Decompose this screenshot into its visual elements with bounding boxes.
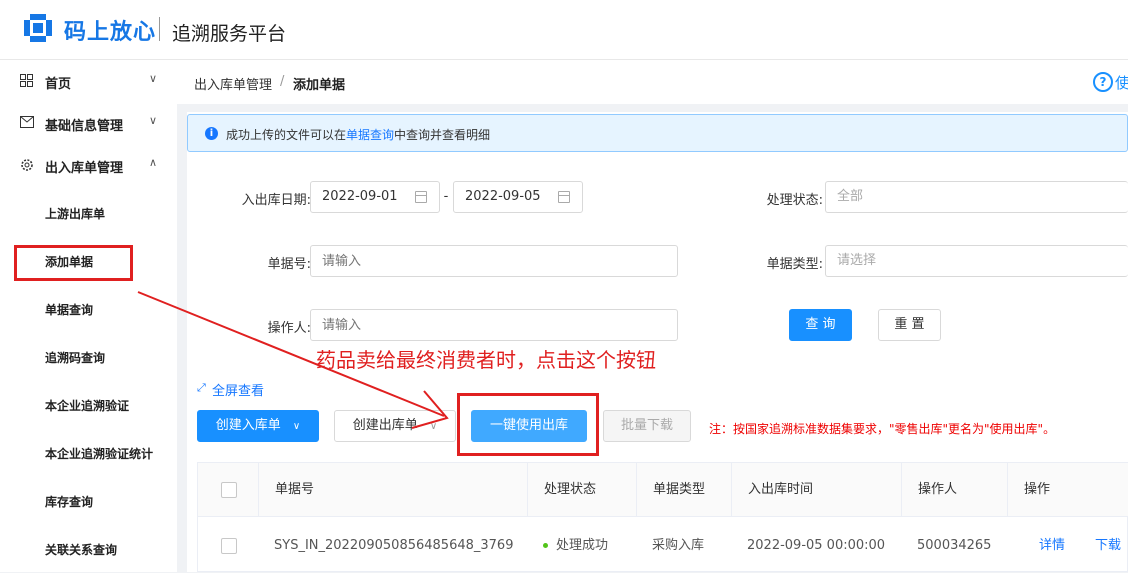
sidebar-subitem-label: 追溯码查询 bbox=[45, 351, 106, 365]
breadcrumb-parent[interactable]: 出入库单管理 bbox=[194, 74, 272, 93]
info-alert: i 成功上传的文件可以在单据查询中查询并查看明细 bbox=[187, 114, 1128, 152]
main-content: 出入库单管理 / 添加单据 ? 使 i 成功上传的文件可以在单据查询中查询并查看… bbox=[177, 60, 1128, 572]
doc-type-label: 单据类型: bbox=[766, 257, 823, 272]
sidebar-subitem-label: 关联关系查询 bbox=[45, 543, 118, 557]
sidebar-subitem-label: 本企业追溯验证 bbox=[45, 399, 130, 413]
annotation-box-one-click bbox=[457, 393, 599, 456]
doc-table: 单据号 处理状态 单据类型 入出库时间 操作人 操作 SYS_IN_202209… bbox=[197, 462, 1128, 572]
sidebar-item-label: 出入库单管理 bbox=[45, 161, 124, 176]
top-header: 码上放心 追溯服务平台 bbox=[0, 0, 1128, 60]
sidebar: 首页 ∨ 基础信息管理 ∨ 出入库单管理 ∧ 上游出库单 添加单据 单据查询 追… bbox=[0, 60, 177, 572]
brand-name[interactable]: 码上放心 bbox=[64, 14, 156, 46]
sidebar-subitem-inventory-query[interactable]: 库存查询 bbox=[0, 481, 177, 521]
calendar-icon bbox=[558, 191, 570, 203]
sidebar-subitem-upstream-out[interactable]: 上游出库单 bbox=[0, 193, 177, 233]
chevron-down-icon: ∨ bbox=[149, 72, 158, 85]
gear-icon bbox=[20, 158, 34, 172]
date-start-value: 2022-09-01 bbox=[322, 189, 398, 204]
doc-no-label: 单据号: bbox=[267, 257, 311, 272]
doc-no-input[interactable] bbox=[310, 245, 678, 277]
breadcrumb: 出入库单管理 / 添加单据 ? 使 bbox=[177, 60, 1128, 104]
sidebar-item-inout-manage[interactable]: 出入库单管理 ∧ bbox=[0, 144, 177, 186]
date-range-dash: - bbox=[443, 189, 449, 204]
row-status-text: 处理成功 bbox=[556, 538, 609, 553]
sidebar-subitem-label: 上游出库单 bbox=[45, 207, 106, 221]
sidebar-subitem-label: 单据查询 bbox=[45, 303, 94, 317]
brand-divider bbox=[159, 17, 160, 41]
doc-type-select[interactable]: 请选择 bbox=[825, 245, 1128, 277]
create-out-order-button[interactable]: 创建出库单 ∨ bbox=[334, 410, 456, 442]
row-download-link[interactable]: 下载 bbox=[1079, 519, 1121, 573]
sidebar-item-label: 基础信息管理 bbox=[45, 119, 124, 134]
chevron-down-icon: ∨ bbox=[149, 114, 158, 127]
grid-icon bbox=[20, 74, 34, 88]
fullscreen-icon: ⤢ bbox=[197, 381, 206, 394]
annotation-text: 药品卖给最终消费者时，点击这个按钮 bbox=[316, 348, 656, 372]
alert-text-before: 成功上传的文件可以在 bbox=[226, 128, 347, 142]
info-icon: i bbox=[205, 127, 218, 140]
sidebar-item-home[interactable]: 首页 ∨ bbox=[0, 60, 177, 102]
code-cross-logo-icon[interactable] bbox=[22, 12, 54, 44]
batch-download-button[interactable]: 批量下载 bbox=[603, 410, 691, 442]
sidebar-subitem-trace-verify-stats[interactable]: 本企业追溯验证统计 bbox=[0, 433, 177, 473]
annotation-box-add-doc bbox=[14, 245, 133, 281]
table-header: 单据号 处理状态 单据类型 入出库时间 操作人 操作 bbox=[198, 463, 1128, 517]
platform-title: 追溯服务平台 bbox=[172, 23, 287, 45]
select-all-checkbox[interactable] bbox=[221, 482, 237, 498]
results-section: ⤢ 全屏查看 创建入库单 ∨ 创建出库单 ∨ 一键使用出库 批量下载 注：按国家… bbox=[187, 378, 1128, 572]
date-end-input[interactable]: 2022-09-05 bbox=[453, 181, 583, 213]
sidebar-item-label: 首页 bbox=[45, 77, 72, 92]
chevron-down-icon: ∨ bbox=[429, 421, 438, 432]
date-start-input[interactable]: 2022-09-01 bbox=[310, 181, 440, 213]
doc-query-link[interactable]: 单据查询 bbox=[346, 128, 394, 142]
col-status: 处理状态 bbox=[527, 463, 636, 517]
query-button[interactable]: 查 询 bbox=[789, 309, 852, 341]
row-detail-link[interactable]: 详情 bbox=[1023, 519, 1065, 573]
sidebar-item-basic-info[interactable]: 基础信息管理 ∨ bbox=[0, 102, 177, 144]
row-doc-no: SYS_IN_20220905085648564​8_3769 bbox=[274, 538, 514, 553]
sidebar-subitem-trace-code-query[interactable]: 追溯码查询 bbox=[0, 337, 177, 377]
row-type: 采购入库 bbox=[652, 538, 705, 553]
sidebar-subitem-label: 库存查询 bbox=[45, 495, 94, 509]
sidebar-subitem-label: 本企业追溯验证统计 bbox=[45, 447, 154, 461]
status-dot bbox=[543, 543, 548, 548]
retail-rename-note: 注：按国家追溯标准数据集要求，"零售出库"更名为"使用出库"。 bbox=[709, 422, 1056, 436]
sidebar-subitem-doc-query[interactable]: 单据查询 bbox=[0, 289, 177, 329]
status-select[interactable]: 全部 bbox=[825, 181, 1128, 213]
fullscreen-label: 全屏查看 bbox=[212, 384, 265, 399]
create-in-order-button[interactable]: 创建入库单 ∨ bbox=[197, 410, 319, 442]
create-in-label: 创建入库单 bbox=[215, 418, 281, 433]
calendar-icon bbox=[415, 191, 427, 203]
chevron-down-icon: ∨ bbox=[292, 421, 301, 432]
alert-text-after: 中查询并查看明细 bbox=[394, 128, 491, 142]
sidebar-subitem-trace-verify[interactable]: 本企业追溯验证 bbox=[0, 385, 177, 425]
status-label: 处理状态: bbox=[766, 193, 823, 208]
col-time: 入出库时间 bbox=[731, 463, 901, 517]
date-end-value: 2022-09-05 bbox=[465, 189, 541, 204]
mail-icon bbox=[20, 116, 34, 130]
col-operator: 操作人 bbox=[901, 463, 1007, 517]
breadcrumb-separator: / bbox=[280, 74, 285, 89]
alert-text: 成功上传的文件可以在单据查询中查询并查看明细 bbox=[226, 126, 490, 143]
help-icon[interactable]: ? bbox=[1093, 72, 1113, 92]
operator-label: 操作人: bbox=[267, 321, 311, 336]
row-operator: 500034265 bbox=[917, 538, 992, 553]
row-status: 处理成功 bbox=[527, 519, 636, 573]
row-time: 2022-09-05 00:00:00 bbox=[747, 538, 886, 553]
sidebar-subitem-relation-query[interactable]: 关联关系查询 bbox=[0, 529, 177, 569]
row-checkbox[interactable] bbox=[221, 538, 237, 554]
help-link[interactable]: 使 bbox=[1115, 72, 1128, 93]
reset-button[interactable]: 重 置 bbox=[878, 309, 941, 341]
col-action: 操作 bbox=[1007, 463, 1128, 517]
date-label: 入出库日期: bbox=[241, 193, 311, 208]
chevron-up-icon: ∧ bbox=[149, 156, 158, 169]
breadcrumb-current: 添加单据 bbox=[293, 78, 346, 93]
fullscreen-button[interactable]: ⤢ 全屏查看 bbox=[197, 380, 265, 400]
operator-input[interactable] bbox=[310, 309, 678, 341]
col-doc-no: 单据号 bbox=[258, 463, 527, 517]
col-type: 单据类型 bbox=[636, 463, 731, 517]
create-out-label: 创建出库单 bbox=[352, 418, 418, 433]
